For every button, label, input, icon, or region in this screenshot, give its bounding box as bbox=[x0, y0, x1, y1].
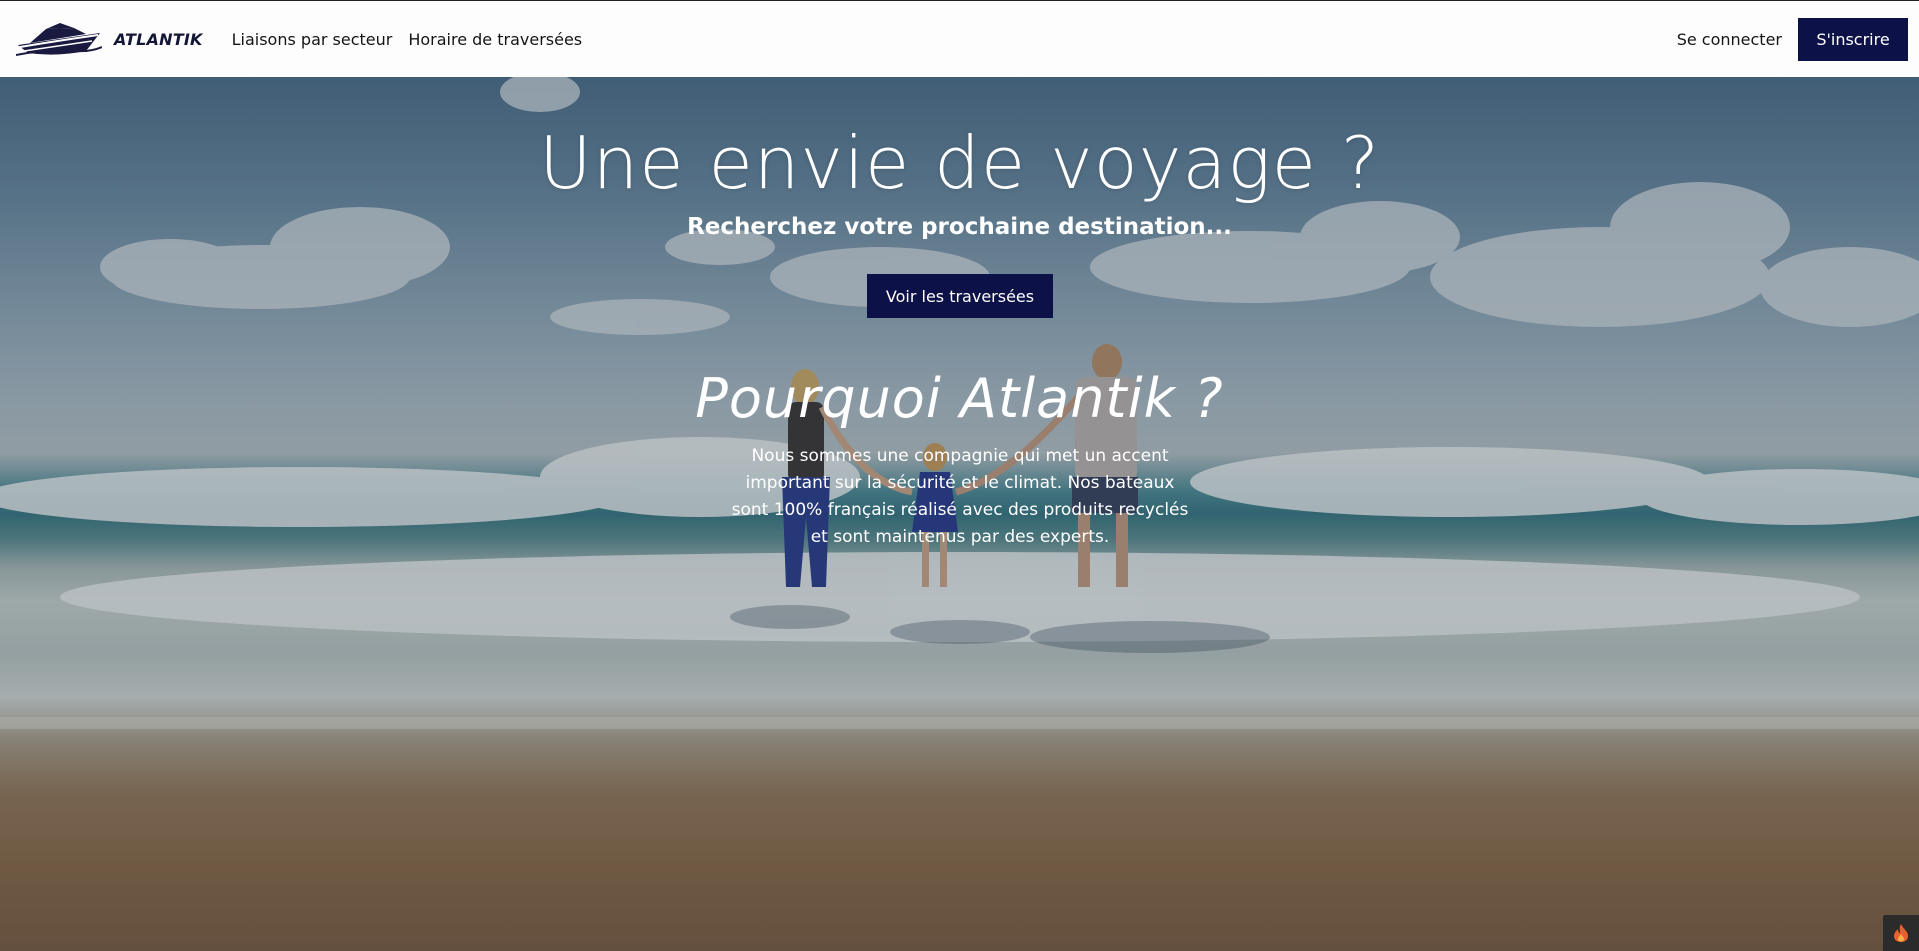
flame-icon bbox=[1894, 924, 1908, 942]
main-nav: Liaisons par secteur Horaire de traversé… bbox=[232, 30, 599, 49]
hero-section: Une envie de voyage ? Recherchez votre p… bbox=[0, 77, 1919, 951]
why-atlantik-text: Nous sommes une compagnie qui met un acc… bbox=[731, 446, 1189, 547]
navbar: ATLANTIK Liaisons par secteur Horaire de… bbox=[0, 0, 1919, 77]
hero-title: Une envie de voyage ? bbox=[538, 121, 1381, 205]
nav-link-horaires[interactable]: Horaire de traversées bbox=[408, 30, 582, 49]
brand-logo[interactable]: ATLANTIK bbox=[16, 19, 203, 59]
corner-badge[interactable] bbox=[1883, 915, 1919, 951]
ship-logo-icon bbox=[16, 23, 102, 56]
nav-actions: Se connecter S'inscrire bbox=[1677, 17, 1908, 61]
login-link[interactable]: Se connecter bbox=[1677, 30, 1782, 49]
brand-name: ATLANTIK bbox=[114, 29, 203, 49]
nav-link-liaisons[interactable]: Liaisons par secteur bbox=[232, 30, 393, 49]
why-atlantik-title: Pourquoi Atlantik ? bbox=[695, 367, 1224, 430]
hero-subtitle: Recherchez votre prochaine destination..… bbox=[687, 214, 1232, 240]
view-crossings-button[interactable]: Voir les traversées bbox=[867, 274, 1053, 318]
signup-button[interactable]: S'inscrire bbox=[1798, 17, 1908, 61]
